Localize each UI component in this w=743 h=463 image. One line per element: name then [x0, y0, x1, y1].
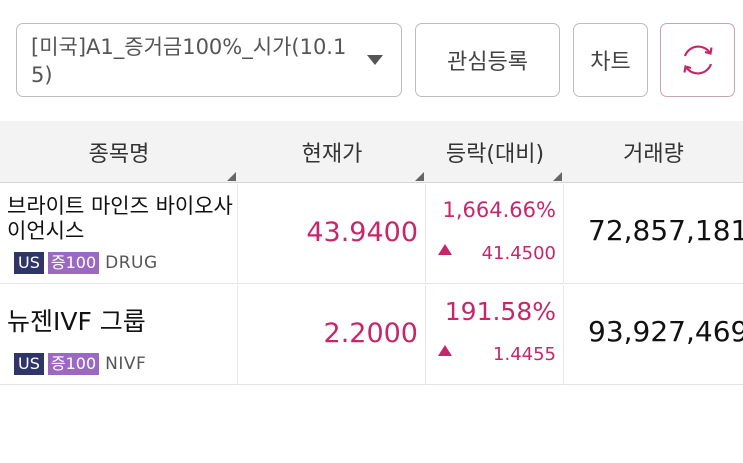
stock-tags: US 증100 NIVF [14, 353, 146, 375]
sort-icon [553, 172, 562, 181]
stock-name-cell: 브라이트 마인즈 바이오사이언시스 US 증100 DRUG [0, 184, 238, 284]
stock-name-cell: 뉴젠IVF 그룹 US 증100 NIVF [0, 285, 238, 385]
toolbar: [미국]A1_증거금100%_시가(10.15) 관심등록 차트 [0, 0, 743, 118]
change-percent: 191.58% [444, 297, 556, 326]
table-row[interactable]: 뉴젠IVF 그룹 US 증100 NIVF 2.2000 191.58% 1.4… [0, 285, 743, 385]
volume-value: 72,857,181 [588, 214, 743, 247]
ticker-symbol: NIVF [105, 354, 147, 374]
account-select[interactable]: [미국]A1_증거금100%_시가(10.15) [16, 23, 402, 97]
chart-button[interactable]: 차트 [573, 23, 648, 97]
change-cell: 191.58% 1.4455 [426, 285, 564, 385]
current-price: 43.9400 [306, 217, 418, 248]
stock-name: 뉴젠IVF 그룹 [7, 307, 146, 336]
margin-badge: 증100 [47, 353, 100, 375]
refresh-icon [682, 45, 713, 75]
table-row[interactable]: 브라이트 마인즈 바이오사이언시스 US 증100 DRUG 43.9400 1… [0, 184, 743, 284]
stock-name: 브라이트 마인즈 바이오사이언시스 [7, 194, 233, 243]
header-name[interactable]: 종목명 [0, 121, 238, 183]
change-amount: 41.4500 [481, 243, 556, 264]
chevron-down-icon [367, 55, 383, 65]
stock-tags: US 증100 DRUG [14, 252, 158, 274]
sort-icon [227, 172, 236, 181]
margin-badge: 증100 [47, 252, 100, 274]
up-arrow-icon [438, 244, 452, 255]
sort-icon [415, 172, 424, 181]
current-price: 2.2000 [323, 318, 418, 349]
account-select-value: [미국]A1_증거금100%_시가(10.15) [31, 35, 347, 87]
change-amount: 1.4455 [493, 344, 556, 365]
market-badge: US [14, 252, 44, 274]
table-header: 종목명 현재가 등락(대비) 거래량 [0, 121, 743, 183]
up-arrow-icon [438, 345, 452, 356]
refresh-button[interactable] [660, 23, 735, 97]
market-badge: US [14, 353, 44, 375]
header-price[interactable]: 현재가 [238, 121, 426, 183]
change-percent: 1,664.66% [442, 198, 556, 222]
price-cell: 2.2000 [238, 285, 426, 385]
volume-cell: 93,927,469 [564, 285, 743, 385]
price-cell: 43.9400 [238, 184, 426, 284]
watchlist-add-button[interactable]: 관심등록 [415, 23, 560, 97]
header-volume[interactable]: 거래량 [564, 121, 743, 183]
change-cell: 1,664.66% 41.4500 [426, 184, 564, 284]
volume-cell: 72,857,181 [564, 184, 743, 284]
header-change[interactable]: 등락(대비) [426, 121, 564, 183]
volume-value: 93,927,469 [588, 315, 743, 348]
ticker-symbol: DRUG [105, 253, 158, 273]
